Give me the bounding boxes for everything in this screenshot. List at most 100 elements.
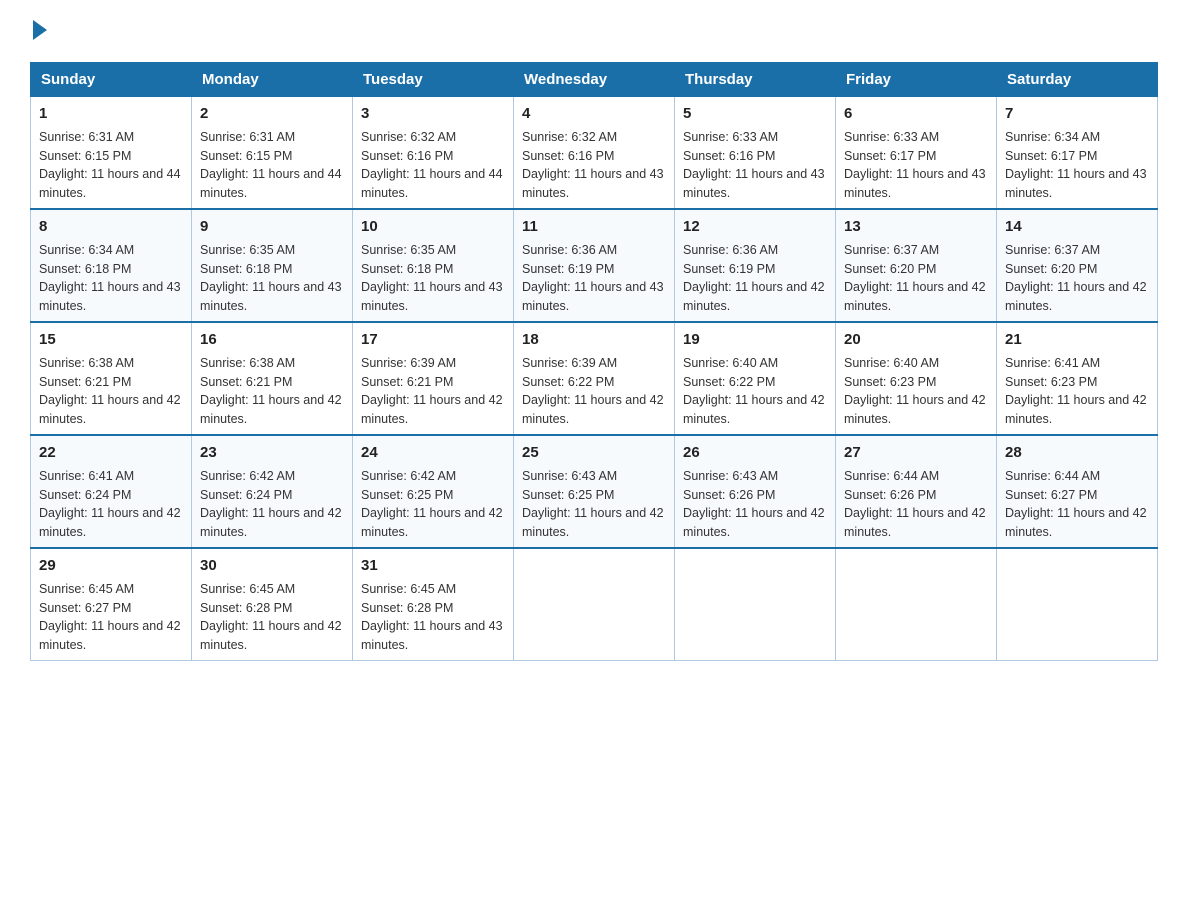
day-daylight: Daylight: 11 hours and 42 minutes. (200, 619, 342, 652)
day-daylight: Daylight: 11 hours and 42 minutes. (200, 506, 342, 539)
calendar-cell: 8 Sunrise: 6:34 AM Sunset: 6:18 PM Dayli… (31, 209, 192, 322)
day-sunset: Sunset: 6:20 PM (844, 262, 936, 276)
day-sunrise: Sunrise: 6:45 AM (361, 582, 456, 596)
calendar-cell: 30 Sunrise: 6:45 AM Sunset: 6:28 PM Dayl… (192, 548, 353, 661)
day-number: 4 (522, 103, 666, 124)
day-number: 1 (39, 103, 183, 124)
day-number: 18 (522, 329, 666, 350)
day-number: 27 (844, 442, 988, 463)
calendar-cell (836, 548, 997, 661)
logo (30, 20, 47, 42)
day-daylight: Daylight: 11 hours and 42 minutes. (1005, 506, 1147, 539)
weekday-header-wednesday: Wednesday (514, 63, 675, 97)
day-number: 14 (1005, 216, 1149, 237)
day-number: 25 (522, 442, 666, 463)
day-daylight: Daylight: 11 hours and 42 minutes. (522, 506, 664, 539)
calendar-week-row: 15 Sunrise: 6:38 AM Sunset: 6:21 PM Dayl… (31, 322, 1158, 435)
calendar-cell: 6 Sunrise: 6:33 AM Sunset: 6:17 PM Dayli… (836, 97, 997, 210)
day-sunrise: Sunrise: 6:32 AM (522, 130, 617, 144)
day-sunrise: Sunrise: 6:31 AM (39, 130, 134, 144)
day-sunrise: Sunrise: 6:44 AM (1005, 469, 1100, 483)
day-sunset: Sunset: 6:16 PM (522, 149, 614, 163)
day-sunrise: Sunrise: 6:33 AM (844, 130, 939, 144)
day-sunset: Sunset: 6:21 PM (39, 375, 131, 389)
day-sunrise: Sunrise: 6:42 AM (200, 469, 295, 483)
day-sunset: Sunset: 6:21 PM (361, 375, 453, 389)
day-sunrise: Sunrise: 6:37 AM (1005, 243, 1100, 257)
day-daylight: Daylight: 11 hours and 42 minutes. (39, 393, 181, 426)
day-number: 8 (39, 216, 183, 237)
calendar-cell: 4 Sunrise: 6:32 AM Sunset: 6:16 PM Dayli… (514, 97, 675, 210)
calendar-cell: 3 Sunrise: 6:32 AM Sunset: 6:16 PM Dayli… (353, 97, 514, 210)
logo-arrow-icon (33, 20, 47, 40)
calendar-cell: 7 Sunrise: 6:34 AM Sunset: 6:17 PM Dayli… (997, 97, 1158, 210)
day-sunrise: Sunrise: 6:34 AM (1005, 130, 1100, 144)
calendar-cell: 14 Sunrise: 6:37 AM Sunset: 6:20 PM Dayl… (997, 209, 1158, 322)
day-sunset: Sunset: 6:18 PM (39, 262, 131, 276)
day-daylight: Daylight: 11 hours and 42 minutes. (683, 280, 825, 313)
day-daylight: Daylight: 11 hours and 42 minutes. (522, 393, 664, 426)
day-sunset: Sunset: 6:22 PM (522, 375, 614, 389)
calendar-cell: 16 Sunrise: 6:38 AM Sunset: 6:21 PM Dayl… (192, 322, 353, 435)
day-sunrise: Sunrise: 6:42 AM (361, 469, 456, 483)
day-sunrise: Sunrise: 6:36 AM (522, 243, 617, 257)
day-daylight: Daylight: 11 hours and 44 minutes. (361, 167, 503, 200)
day-number: 19 (683, 329, 827, 350)
day-daylight: Daylight: 11 hours and 43 minutes. (844, 167, 986, 200)
day-number: 28 (1005, 442, 1149, 463)
calendar-cell (675, 548, 836, 661)
day-number: 10 (361, 216, 505, 237)
day-sunset: Sunset: 6:25 PM (522, 488, 614, 502)
day-daylight: Daylight: 11 hours and 44 minutes. (200, 167, 342, 200)
calendar-cell: 22 Sunrise: 6:41 AM Sunset: 6:24 PM Dayl… (31, 435, 192, 548)
weekday-header-sunday: Sunday (31, 63, 192, 97)
calendar-table: SundayMondayTuesdayWednesdayThursdayFrid… (30, 62, 1158, 661)
day-number: 31 (361, 555, 505, 576)
day-daylight: Daylight: 11 hours and 42 minutes. (844, 393, 986, 426)
day-number: 13 (844, 216, 988, 237)
day-daylight: Daylight: 11 hours and 42 minutes. (1005, 280, 1147, 313)
day-number: 2 (200, 103, 344, 124)
day-sunset: Sunset: 6:17 PM (844, 149, 936, 163)
calendar-cell: 18 Sunrise: 6:39 AM Sunset: 6:22 PM Dayl… (514, 322, 675, 435)
day-sunset: Sunset: 6:27 PM (39, 601, 131, 615)
weekday-header-saturday: Saturday (997, 63, 1158, 97)
weekday-header-monday: Monday (192, 63, 353, 97)
day-sunrise: Sunrise: 6:35 AM (200, 243, 295, 257)
day-sunrise: Sunrise: 6:36 AM (683, 243, 778, 257)
day-daylight: Daylight: 11 hours and 43 minutes. (1005, 167, 1147, 200)
day-sunset: Sunset: 6:15 PM (200, 149, 292, 163)
day-daylight: Daylight: 11 hours and 42 minutes. (683, 506, 825, 539)
day-number: 23 (200, 442, 344, 463)
day-daylight: Daylight: 11 hours and 43 minutes. (361, 619, 503, 652)
day-sunset: Sunset: 6:21 PM (200, 375, 292, 389)
day-number: 12 (683, 216, 827, 237)
day-daylight: Daylight: 11 hours and 44 minutes. (39, 167, 181, 200)
day-sunrise: Sunrise: 6:37 AM (844, 243, 939, 257)
calendar-cell: 26 Sunrise: 6:43 AM Sunset: 6:26 PM Dayl… (675, 435, 836, 548)
day-number: 15 (39, 329, 183, 350)
weekday-header-friday: Friday (836, 63, 997, 97)
day-number: 5 (683, 103, 827, 124)
day-number: 6 (844, 103, 988, 124)
day-number: 11 (522, 216, 666, 237)
day-sunset: Sunset: 6:26 PM (683, 488, 775, 502)
calendar-cell: 29 Sunrise: 6:45 AM Sunset: 6:27 PM Dayl… (31, 548, 192, 661)
day-sunset: Sunset: 6:28 PM (200, 601, 292, 615)
day-sunset: Sunset: 6:26 PM (844, 488, 936, 502)
day-daylight: Daylight: 11 hours and 42 minutes. (39, 619, 181, 652)
day-daylight: Daylight: 11 hours and 42 minutes. (39, 506, 181, 539)
calendar-cell: 15 Sunrise: 6:38 AM Sunset: 6:21 PM Dayl… (31, 322, 192, 435)
day-sunset: Sunset: 6:19 PM (683, 262, 775, 276)
day-sunrise: Sunrise: 6:38 AM (39, 356, 134, 370)
calendar-week-row: 1 Sunrise: 6:31 AM Sunset: 6:15 PM Dayli… (31, 97, 1158, 210)
day-sunset: Sunset: 6:25 PM (361, 488, 453, 502)
day-daylight: Daylight: 11 hours and 43 minutes. (522, 167, 664, 200)
calendar-cell: 28 Sunrise: 6:44 AM Sunset: 6:27 PM Dayl… (997, 435, 1158, 548)
day-sunrise: Sunrise: 6:40 AM (683, 356, 778, 370)
calendar-cell: 21 Sunrise: 6:41 AM Sunset: 6:23 PM Dayl… (997, 322, 1158, 435)
day-sunrise: Sunrise: 6:33 AM (683, 130, 778, 144)
day-sunset: Sunset: 6:17 PM (1005, 149, 1097, 163)
day-number: 29 (39, 555, 183, 576)
calendar-cell: 1 Sunrise: 6:31 AM Sunset: 6:15 PM Dayli… (31, 97, 192, 210)
